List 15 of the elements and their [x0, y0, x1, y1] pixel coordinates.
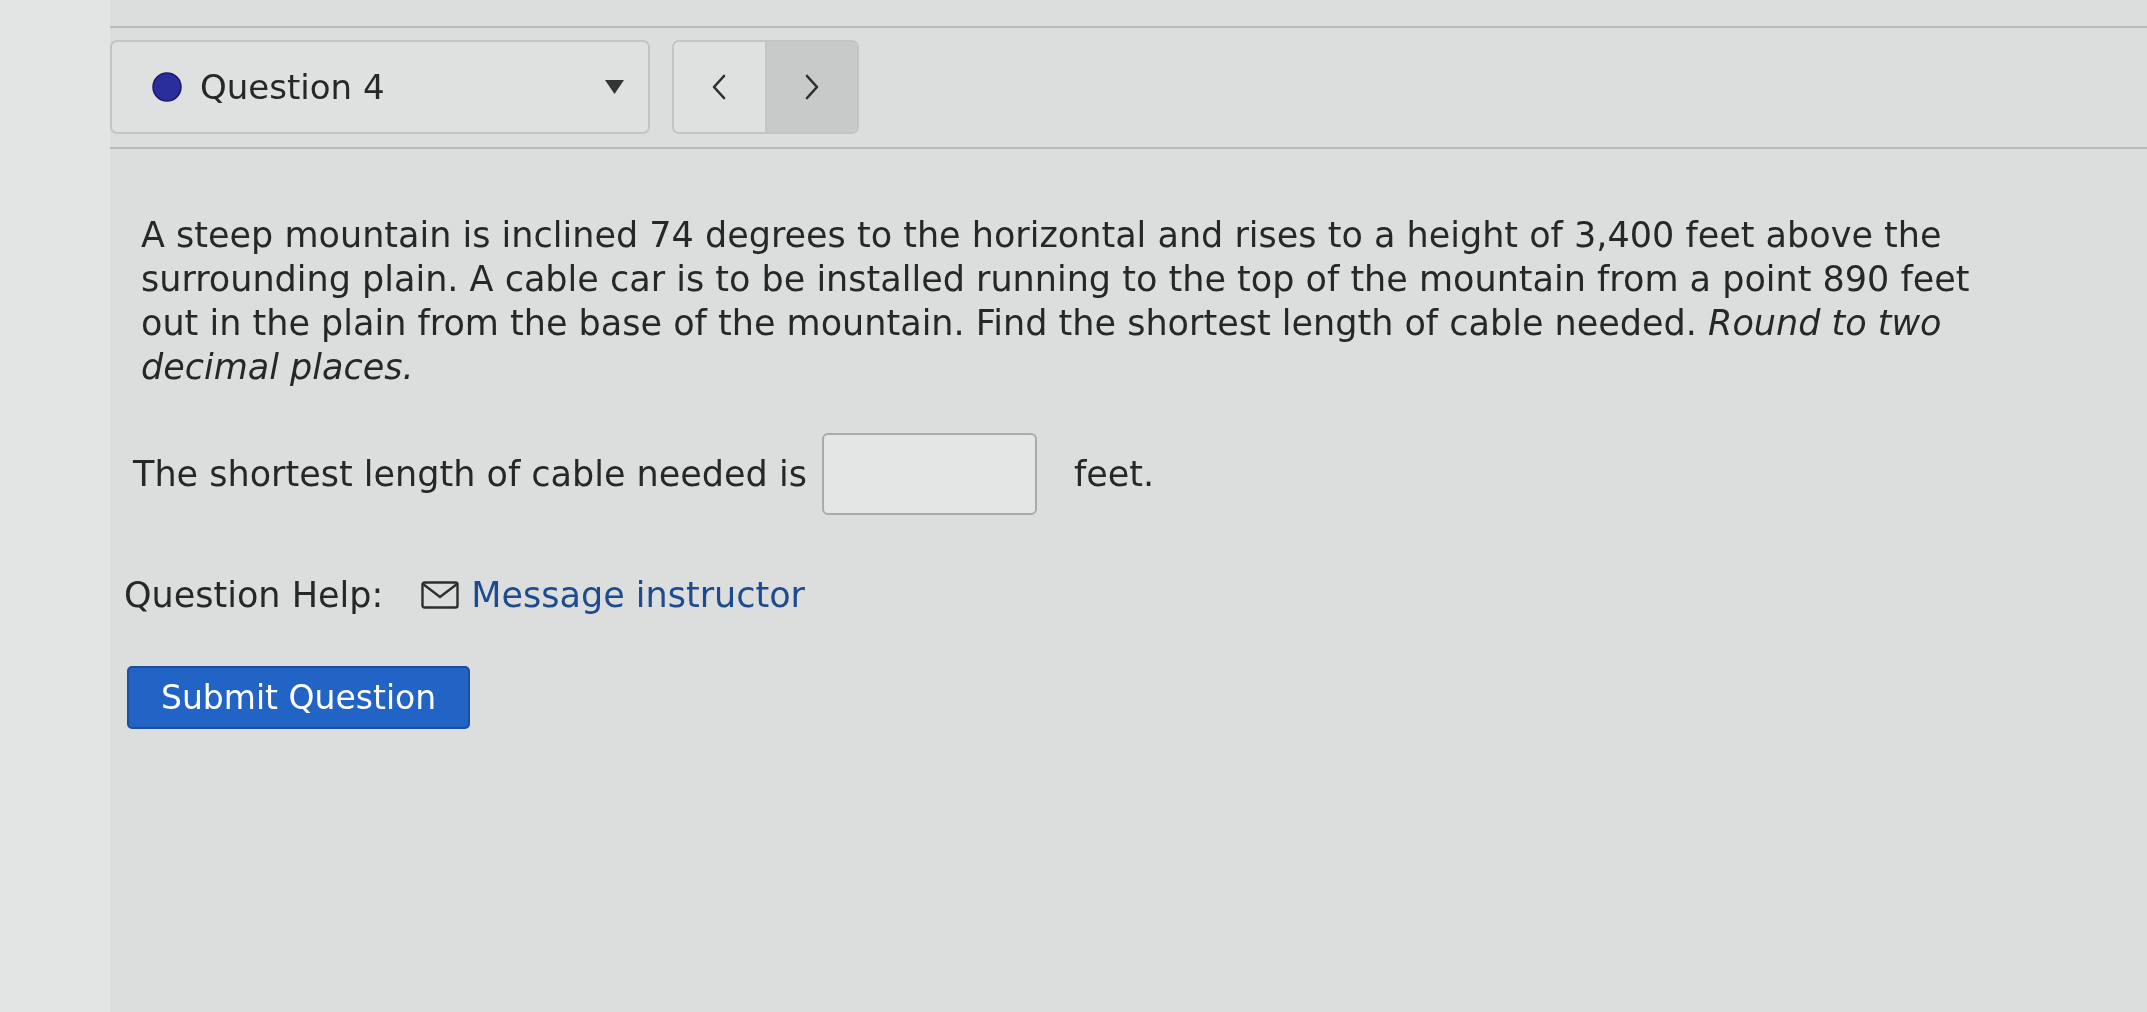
message-instructor-link[interactable]: Message instructor — [471, 575, 805, 615]
question-text: A steep mountain is inclined 74 degrees to the horizontal and rises to a height of 3,400 feet above the surrounding plain. A cable car is to be installed running to the top of the mountain from a point 890 feet out in the plain from the base of the mountain. Find the shortest length of cable needed. Round to two decimal places. — [141, 214, 1971, 389]
mail-icon — [421, 581, 460, 609]
question-label: Question 4 — [200, 67, 386, 107]
answer-box[interactable] — [821, 433, 1037, 515]
question-dropdown[interactable]: Question 4 — [110, 40, 650, 134]
chevron-right-icon — [804, 74, 819, 100]
next-button[interactable] — [764, 42, 857, 132]
caret-icon — [605, 80, 624, 94]
submit-button[interactable]: Submit Question — [127, 666, 471, 729]
answer-prompt: The shortest length of cable needed is — [133, 454, 807, 494]
unit-label: feet. — [1073, 454, 1155, 494]
help-label: Question Help: — [124, 575, 384, 615]
status-dot-icon — [152, 72, 182, 102]
chevron-left-icon — [712, 74, 727, 100]
